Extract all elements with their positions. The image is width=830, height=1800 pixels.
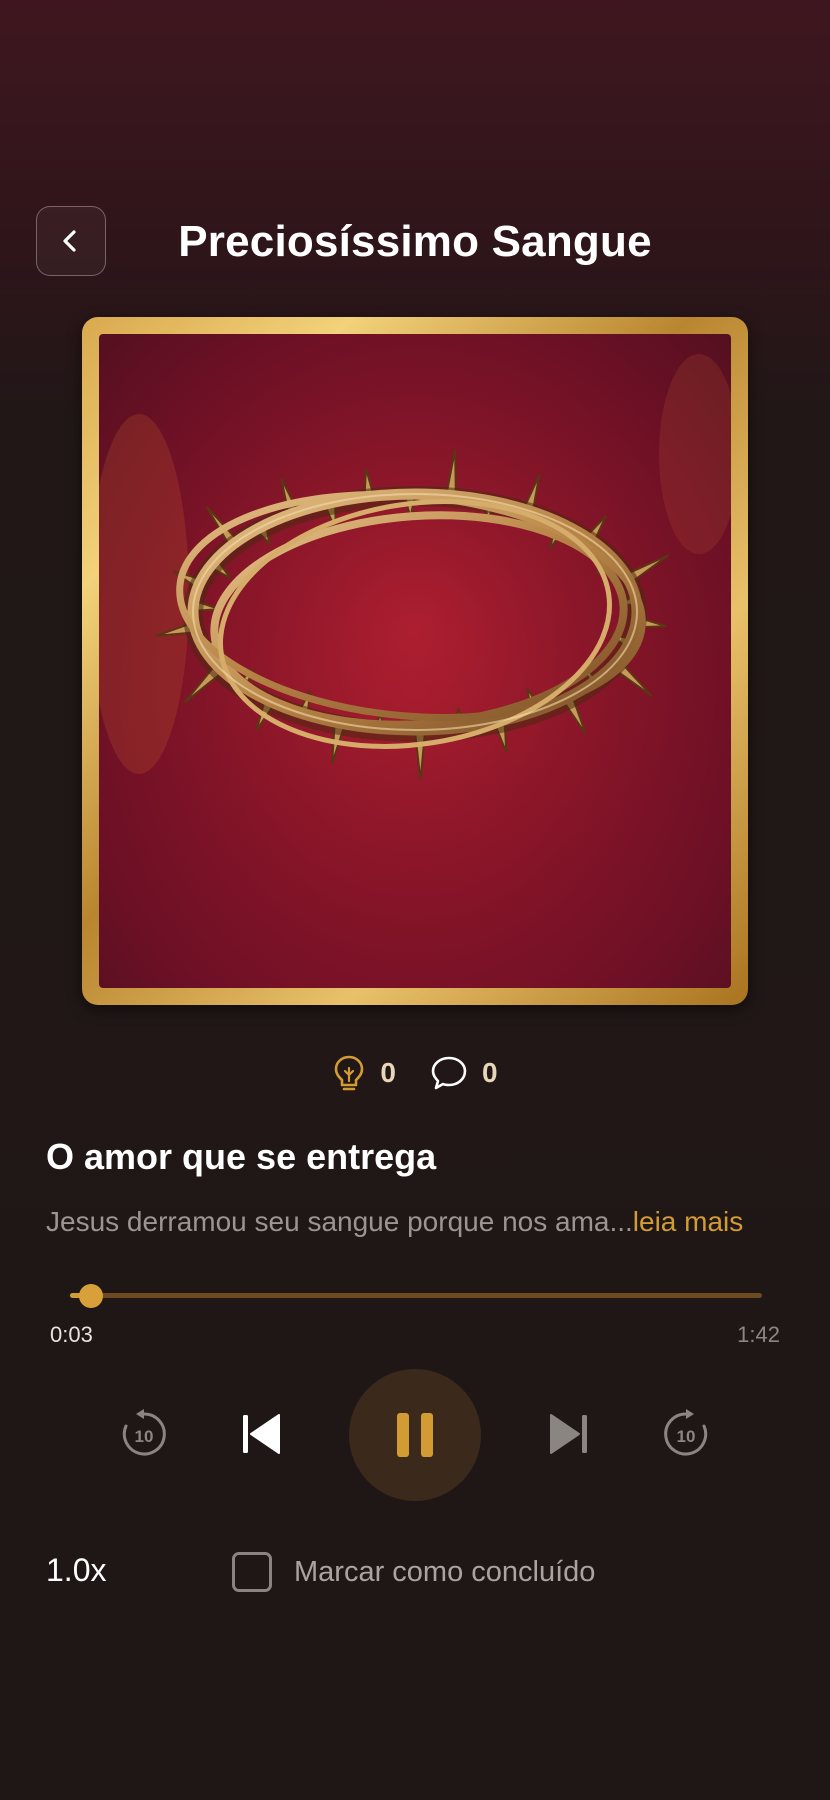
current-time: 0:03	[50, 1322, 93, 1347]
svg-text:10: 10	[135, 1427, 154, 1446]
skip-previous-icon	[243, 1414, 280, 1454]
comment-bubble-icon	[431, 1056, 467, 1090]
insights-stat[interactable]: 0	[332, 1054, 396, 1092]
svg-text:10: 10	[677, 1427, 696, 1446]
episode-title: O amor que se entrega	[46, 1136, 437, 1177]
comments-count: 0	[482, 1057, 498, 1088]
previous-track-button[interactable]	[230, 1404, 290, 1464]
engagement-stats: 0 0	[0, 1048, 830, 1098]
next-track-button[interactable]	[540, 1404, 600, 1464]
pause-icon	[397, 1413, 433, 1457]
artwork-painting	[99, 334, 731, 988]
rewind-10-button[interactable]: 10	[114, 1404, 174, 1464]
episode-description-text: Jesus derramou seu sangue porque nos ama…	[46, 1206, 633, 1237]
progress-thumb[interactable]	[78, 1284, 103, 1308]
rewind-10-icon: 10	[122, 1409, 166, 1456]
comments-stat[interactable]: 0	[430, 1055, 498, 1091]
lightbulb-icon	[335, 1055, 364, 1091]
forward-10-icon: 10	[664, 1409, 708, 1456]
back-button[interactable]	[36, 206, 106, 276]
chevron-left-icon	[63, 230, 76, 252]
progress-track[interactable]	[70, 1293, 762, 1298]
playback-speed-button[interactable]: 1.0x	[46, 1552, 106, 1589]
album-artwork	[82, 317, 748, 1005]
skip-next-icon	[550, 1414, 587, 1454]
insights-count: 0	[380, 1057, 396, 1088]
episode-description: Jesus derramou seu sangue porque nos ama…	[46, 1206, 743, 1238]
page-title: Preciosíssimo Sangue	[178, 217, 652, 266]
forward-10-button[interactable]: 10	[656, 1404, 716, 1464]
crown-of-thorns-illustration	[99, 334, 731, 988]
mark-done-checkbox[interactable]	[232, 1552, 272, 1592]
pause-button[interactable]	[349, 1369, 481, 1501]
total-time: 1:42	[737, 1322, 780, 1347]
read-more-link[interactable]: leia mais	[633, 1206, 743, 1237]
mark-done-label[interactable]: Marcar como concluído	[294, 1556, 595, 1589]
